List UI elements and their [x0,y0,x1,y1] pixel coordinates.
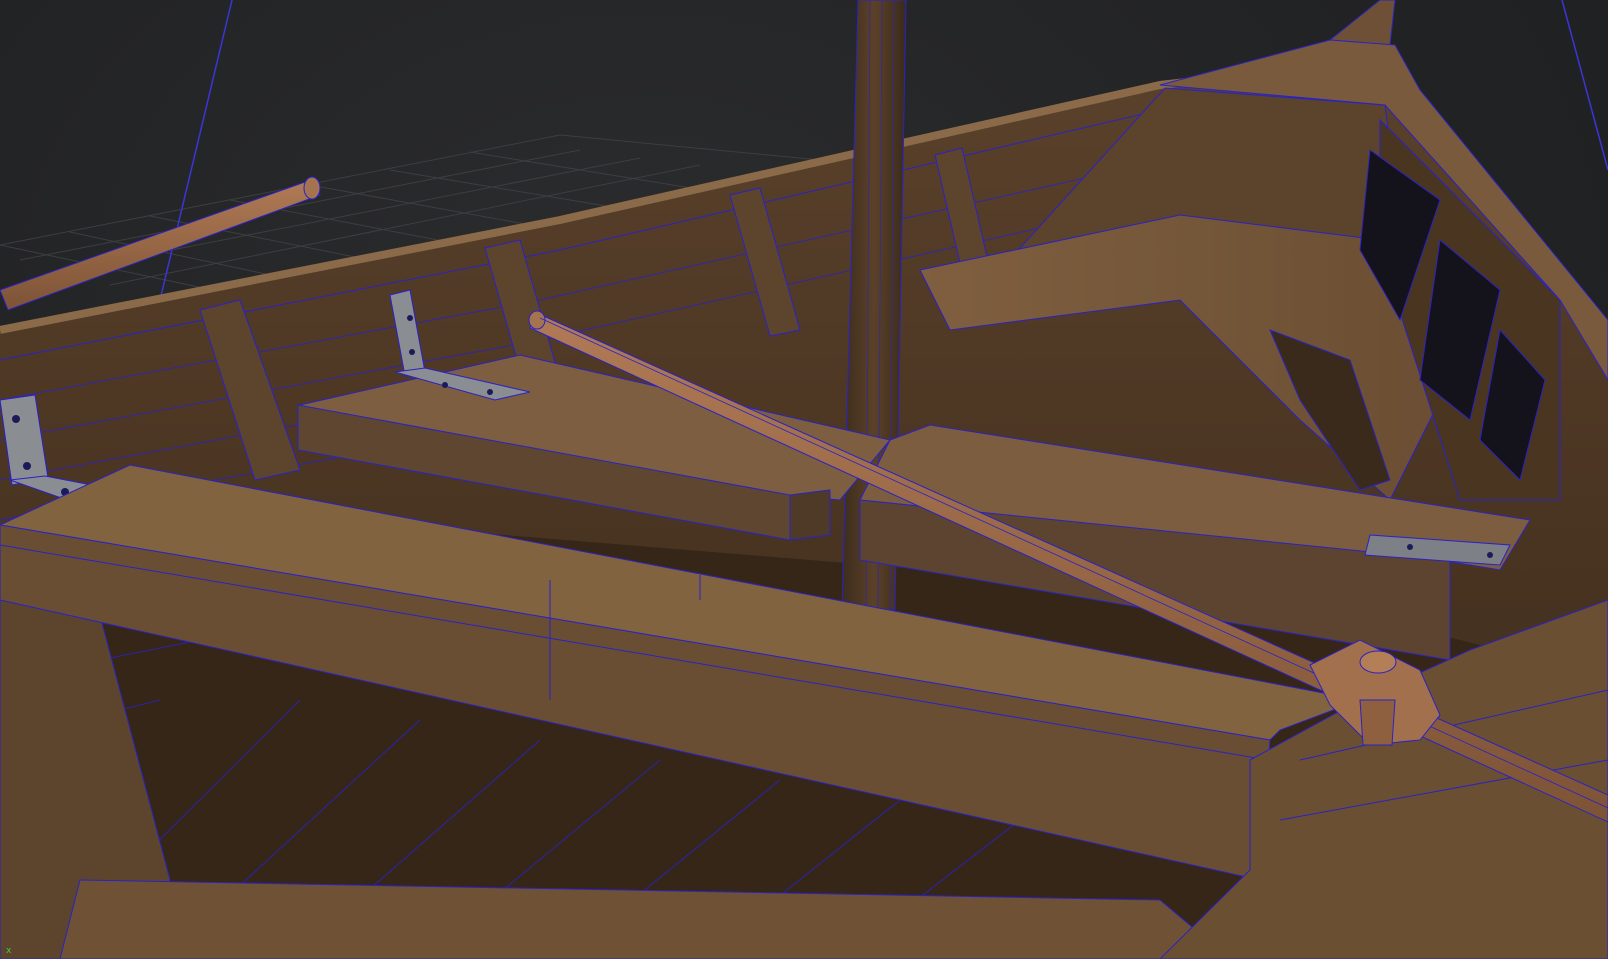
axis-indicator-icon: x [2,943,16,957]
viewport-scene[interactable] [0,0,1608,959]
axis-label: x [6,946,12,956]
3d-viewport[interactable]: x [0,0,1608,959]
